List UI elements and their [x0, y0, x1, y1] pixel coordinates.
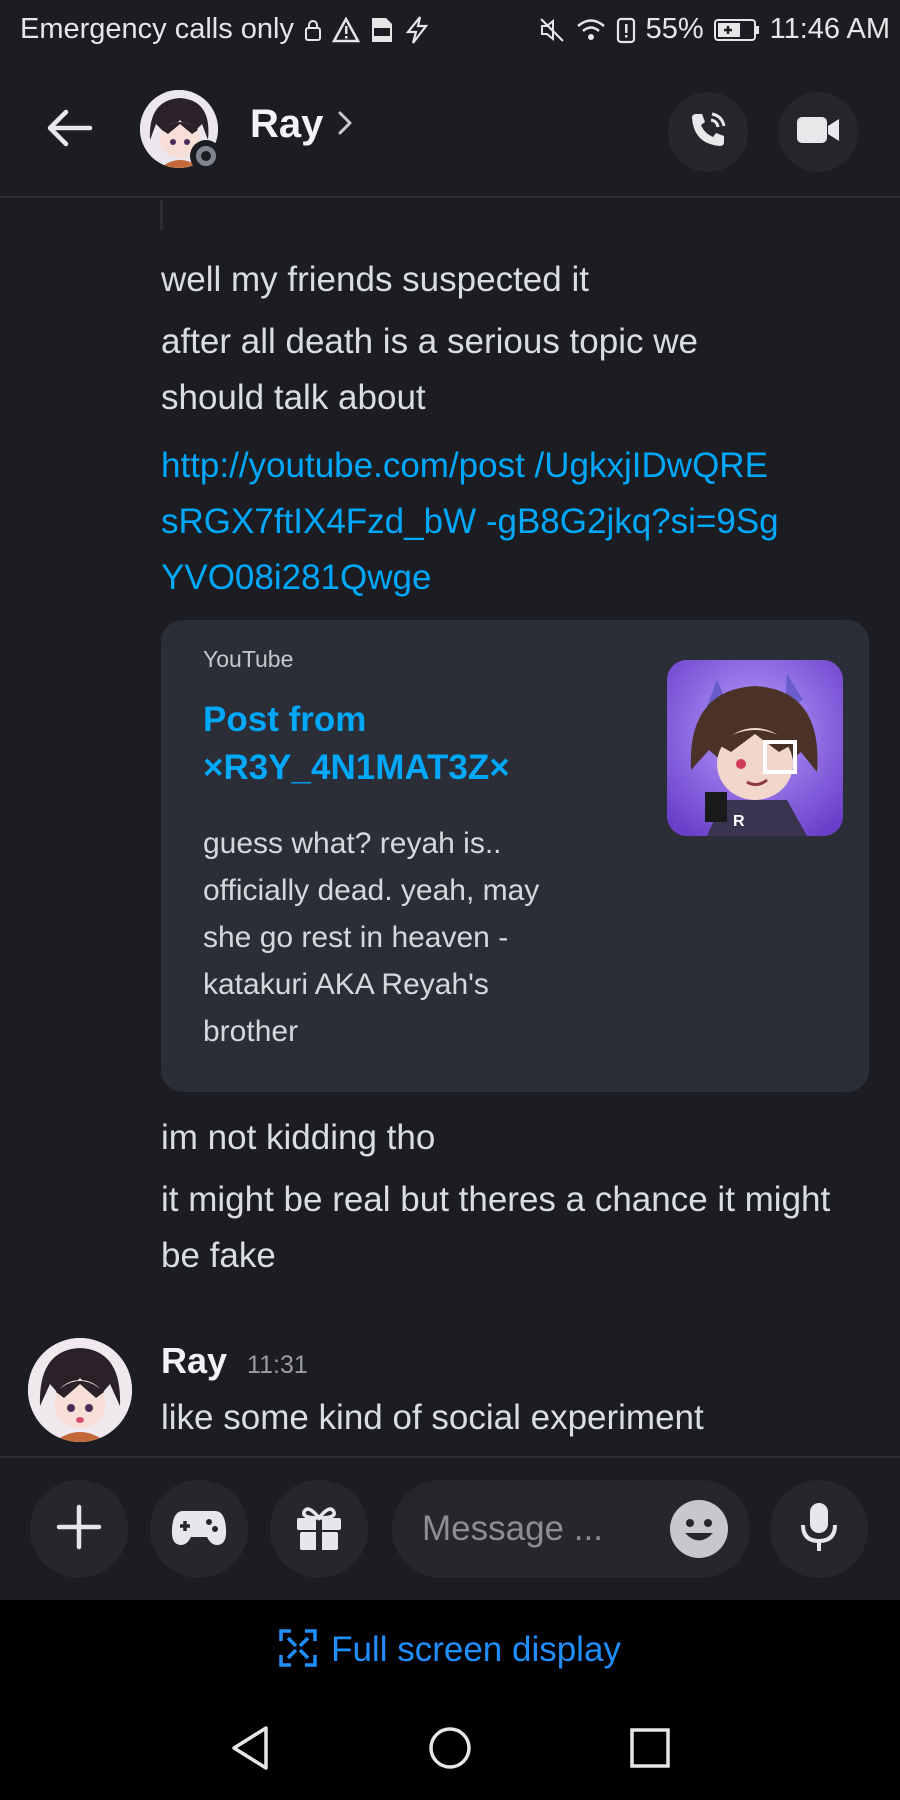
message-input[interactable] — [422, 1504, 652, 1554]
message-text: it might be real but theres a chance it … — [161, 1180, 831, 1275]
nav-recents-button[interactable] — [618, 1720, 682, 1780]
expand-icon — [279, 1629, 317, 1671]
battery-percent: 55% — [645, 13, 704, 45]
activities-button[interactable] — [150, 1480, 248, 1578]
wifi-icon — [576, 17, 606, 43]
message-timestamp: 11:31 — [247, 1351, 308, 1379]
gift-button[interactable] — [270, 1480, 368, 1578]
message-text: after all death is a serious topic we sh… — [161, 322, 698, 417]
full-screen-display-button[interactable]: Full screen display — [0, 1600, 900, 1700]
back-button[interactable] — [38, 102, 100, 158]
message-text: well my friends suspected it — [161, 260, 589, 299]
battery-saver-icon — [616, 16, 636, 44]
lock-icon — [304, 18, 322, 42]
message-text: like some kind of social experiment — [161, 1398, 704, 1437]
emoji-icon — [670, 1519, 728, 1562]
author-name[interactable]: Ray — [161, 1340, 227, 1382]
embed-provider: YouTube — [203, 646, 294, 672]
message-text: im not kidding tho — [161, 1118, 436, 1157]
battery-icon — [713, 18, 760, 42]
plus-icon — [55, 1503, 103, 1555]
embed-description: guess what? reyah is.. officially dead. … — [203, 827, 540, 1048]
status-bar: Emergency calls only 55% 11:46 AM — [0, 0, 900, 62]
message-composer — [0, 1456, 900, 1600]
message-link[interactable]: http://youtube.com/post /UgkxjIDwQREsRGX… — [161, 438, 781, 606]
microphone-icon — [799, 1501, 839, 1557]
author-avatar[interactable] — [28, 1338, 132, 1442]
message-input-wrapper[interactable] — [392, 1480, 750, 1578]
message-header: Ray 11:31 — [161, 1340, 308, 1382]
flash-icon — [404, 15, 430, 44]
previous-embed-edge — [160, 200, 836, 230]
warning-icon — [332, 16, 360, 43]
chevron-right-icon — [337, 102, 353, 147]
nav-back-button[interactable] — [218, 1720, 282, 1780]
clock: 11:46 AM — [769, 13, 890, 45]
nav-recents-icon — [628, 1726, 672, 1774]
nav-home-icon — [426, 1724, 474, 1776]
voice-message-button[interactable] — [770, 1480, 868, 1578]
call-icon — [686, 108, 730, 156]
embed-thumbnail[interactable]: R — [667, 660, 843, 836]
pdf-icon — [370, 16, 394, 44]
system-navigation-bar — [0, 1700, 900, 1800]
offline-status-indicator — [190, 140, 222, 172]
gamepad-icon — [171, 1507, 227, 1551]
full-screen-label: Full screen display — [331, 1630, 621, 1669]
message-list[interactable]: well my friends suspected it after all d… — [0, 200, 900, 1456]
contact-name: Ray — [250, 102, 324, 146]
emoji-button[interactable] — [670, 1500, 728, 1558]
video-call-button[interactable] — [778, 92, 858, 172]
chat-header: Ray — [0, 62, 900, 198]
video-camera-icon — [796, 114, 840, 150]
link-embed-card[interactable]: YouTube Post from ×R3Y_4N1MAT3Z× guess w… — [161, 620, 869, 1092]
back-arrow-icon — [44, 108, 94, 152]
call-button[interactable] — [668, 92, 748, 172]
carrier-text: Emergency calls only — [20, 13, 294, 45]
mute-icon — [538, 16, 566, 44]
nav-home-button[interactable] — [418, 1720, 482, 1780]
thumbnail-letter: R — [733, 813, 745, 830]
chat-title[interactable]: Ray — [250, 102, 353, 147]
embed-title-link[interactable]: Post from ×R3Y_4N1MAT3Z× — [203, 696, 603, 792]
add-attachment-button[interactable] — [30, 1480, 128, 1578]
nav-back-icon — [228, 1724, 272, 1776]
gift-icon — [294, 1502, 344, 1556]
